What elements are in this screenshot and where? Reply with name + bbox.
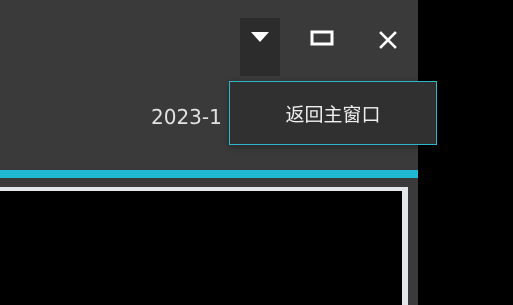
title-bar (0, 0, 418, 76)
close-button[interactable] (368, 18, 408, 74)
maximize-icon (310, 18, 334, 50)
close-icon (378, 18, 398, 54)
dropdown-menu: 返回主窗口 (229, 81, 437, 145)
accent-divider (0, 170, 418, 178)
maximize-button[interactable] (302, 18, 342, 74)
app-window (0, 0, 418, 305)
caret-down-icon (250, 18, 270, 48)
divider-gap (0, 178, 418, 187)
date-text: 2023-1 (151, 105, 222, 129)
menu-dropdown-button[interactable] (240, 18, 280, 76)
video-panel[interactable] (0, 187, 408, 305)
menu-item-return-main-window[interactable]: 返回主窗口 (230, 82, 436, 144)
